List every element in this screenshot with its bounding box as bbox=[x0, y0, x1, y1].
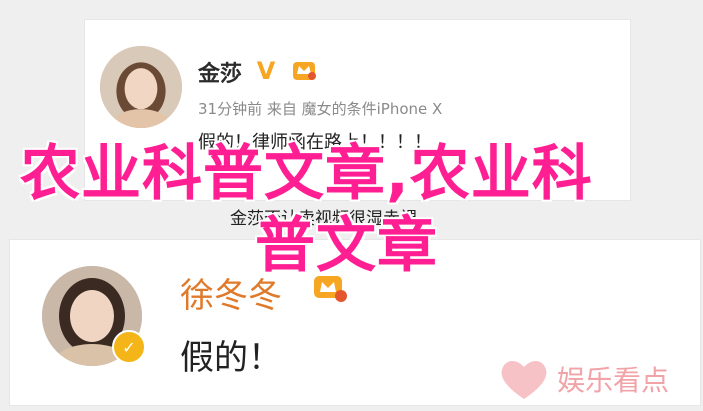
verified-v-icon: V bbox=[256, 57, 276, 85]
post-meta: 31分钟前 来自 魔女的条件iPhone X bbox=[198, 100, 443, 118]
watermark: 娱乐看点 bbox=[497, 355, 669, 403]
verified-icon: ✓ bbox=[112, 330, 146, 364]
avatar[interactable] bbox=[100, 46, 182, 128]
username[interactable]: 金莎 bbox=[198, 56, 242, 88]
overlay-line1: 农业科普文章,农业科 bbox=[20, 139, 593, 209]
crown-badge-icon bbox=[293, 62, 316, 80]
overlay-title: 农业科普文章,农业科 普文章 bbox=[20, 138, 660, 282]
post-text: 假的！ bbox=[180, 338, 282, 378]
heart-icon bbox=[501, 361, 547, 399]
overlay-line2: 普文章 bbox=[255, 211, 438, 281]
watermark-text: 娱乐看点 bbox=[557, 364, 670, 397]
